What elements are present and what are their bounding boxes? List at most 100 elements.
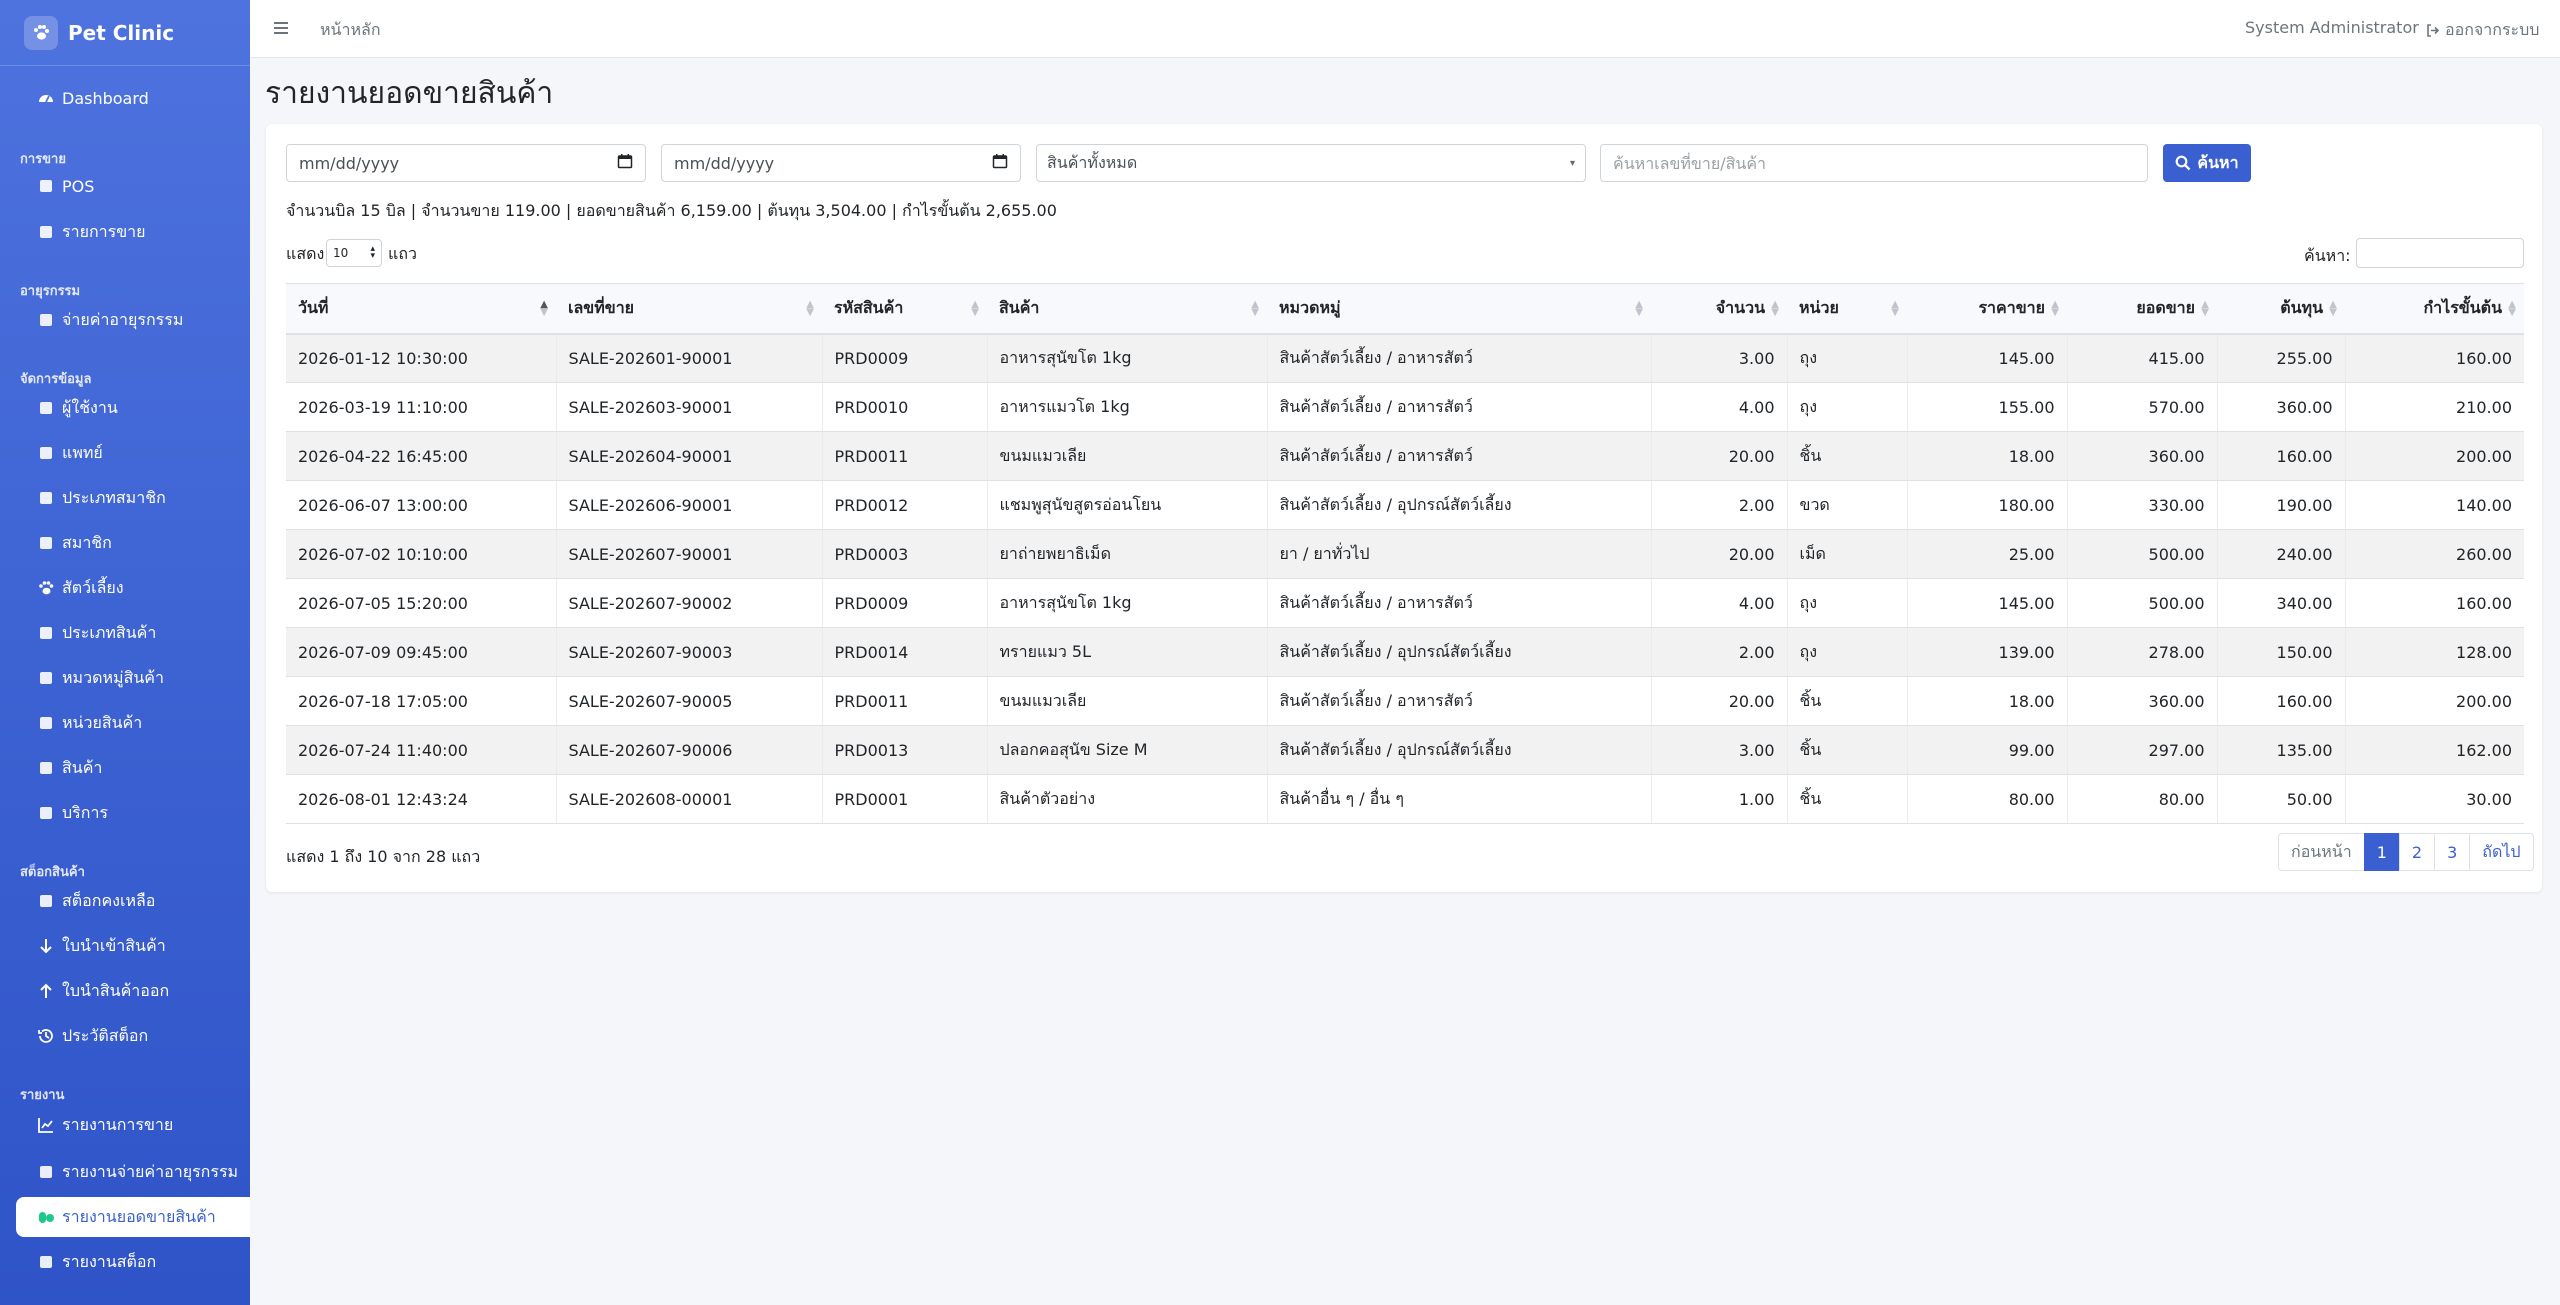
sidebar-item[interactable]: ใบนำเข้าสินค้า [16, 926, 250, 966]
table-cell: 2026-07-02 10:10:00 [286, 529, 556, 579]
pagination-next[interactable]: ถัดไป [2469, 833, 2534, 871]
column-header[interactable]: ต้นทุน ▲ ▼ [2217, 283, 2345, 335]
sidebar-item-label: ประเภทสมาชิก [62, 487, 166, 507]
column-header[interactable]: เลขที่ขาย ▲ ▼ [556, 283, 822, 335]
sidebar-item[interactable]: สต็อกคงเหลือ [16, 881, 250, 921]
sidebar-item[interactable]: Dashboard [16, 78, 250, 118]
table-cell: 200.00 [2344, 431, 2524, 481]
tags-icon [36, 623, 56, 643]
table-cell: PRD0001 [821, 774, 987, 824]
column-header[interactable]: รหัสสินค้า ▲ ▼ [822, 283, 987, 335]
users-icon [36, 398, 56, 418]
table-cell: ถุง [1786, 382, 1907, 432]
chart-line-icon [36, 1115, 56, 1135]
column-header[interactable]: วันที่ ▲ ▼ [286, 283, 556, 335]
column-header[interactable]: หน่วย ▲ ▼ [1787, 283, 1907, 335]
table-row: 2026-07-05 15:20:00 SALE-202607-90002 PRD0… [286, 578, 2524, 628]
table-cell: SALE-202604-90001 [555, 431, 822, 481]
table-cell: 25.00 [1906, 529, 2067, 579]
table-row: 2026-06-07 13:00:00 SALE-202606-90001 PRD0… [286, 480, 2524, 530]
sidebar-item[interactable]: ผู้ใช้งาน [16, 388, 250, 428]
sort-icon: ▲ ▼ [2051, 299, 2059, 318]
sidebar-item[interactable]: รายงานยอดขายสินค้า [16, 1197, 250, 1237]
search-button[interactable]: ค้นหา [2163, 144, 2251, 182]
table-cell: 3.00 [1650, 725, 1787, 775]
pagination-page[interactable]: 3 [2434, 833, 2471, 871]
table-cell: 570.00 [2066, 382, 2217, 432]
summary-text: จำนวนบิล 15 บิล | จำนวนขาย 119.00 | ยอดข… [286, 201, 1057, 220]
date-to-input[interactable]: mm/dd/yyyy [661, 144, 1021, 182]
sidebar-item[interactable]: รายงานการขาย [16, 1105, 250, 1145]
box-icon [36, 758, 56, 778]
pagination-page[interactable]: 2 [2398, 833, 2436, 871]
sidebar-item-label: POS [62, 176, 95, 196]
sidebar-item[interactable]: สัตว์เลี้ยง [16, 568, 250, 608]
column-header[interactable]: ราคาขาย ▲ ▼ [1907, 283, 2067, 335]
table-cell: 255.00 [2216, 333, 2345, 383]
table-cell: ชิ้น [1786, 676, 1907, 726]
table-cell: 330.00 [2066, 480, 2217, 530]
product-select-value: สินค้าทั้งหมด [1047, 152, 1138, 172]
column-header[interactable]: หมวดหมู่ ▲ ▼ [1267, 283, 1651, 335]
table-cell: PRD0013 [821, 725, 987, 775]
table-cell: ถุง [1786, 333, 1907, 383]
sidebar-item[interactable]: รายงานสต็อก [16, 1242, 250, 1282]
calendar-icon[interactable] [992, 153, 1008, 173]
sort-icon: ▲ ▼ [2329, 299, 2337, 318]
table-cell: 150.00 [2216, 627, 2345, 677]
sidebar-item[interactable]: แพทย์ [16, 433, 250, 473]
column-header[interactable]: ยอดขาย ▲ ▼ [2067, 283, 2217, 335]
table-cell: 360.00 [2216, 382, 2345, 432]
sidebar-item[interactable]: บริการ [16, 793, 250, 833]
sort-icon: ▲ ▼ [1251, 299, 1259, 318]
search-input[interactable] [1600, 144, 2148, 182]
hand-money-icon [36, 1162, 56, 1182]
table-filter-input[interactable] [2356, 238, 2524, 268]
table-cell: 2026-04-22 16:45:00 [286, 431, 556, 481]
sidebar-item[interactable]: POS [16, 166, 250, 206]
length-prefix: แสดง [286, 244, 325, 263]
table-cell: 80.00 [1906, 774, 2067, 824]
sidebar-item[interactable]: ประวัติสต็อก [16, 1016, 250, 1056]
column-header[interactable]: จำนวน ▲ ▼ [1651, 283, 1787, 335]
sidebar-item[interactable]: สมาชิก [16, 523, 250, 563]
column-header[interactable]: สินค้า ▲ ▼ [987, 283, 1267, 335]
table-cell: 155.00 [1906, 382, 2067, 432]
table-cell: 145.00 [1906, 578, 2067, 628]
sidebar-item[interactable]: หมวดหมู่สินค้า [16, 658, 250, 698]
sidebar-item[interactable]: ประเภทสมาชิก [16, 478, 250, 518]
menu-toggle-icon[interactable] [272, 19, 290, 37]
pagination-page[interactable]: 1 [2363, 833, 2400, 871]
table-cell: 360.00 [2066, 431, 2217, 481]
table-cell: แชมพูสุนัขสูตรอ่อนโยน [986, 480, 1267, 530]
sidebar-item-label: ประวัติสต็อก [62, 1025, 149, 1045]
calendar-icon[interactable] [617, 153, 633, 173]
sidebar-item[interactable]: สินค้า [16, 748, 250, 788]
sidebar-item[interactable]: หน่วยสินค้า [16, 703, 250, 743]
table-cell: PRD0009 [821, 333, 987, 383]
sidebar-item[interactable]: ประเภทสินค้า [16, 613, 250, 653]
column-header[interactable]: กำไรขั้นต้น ▲ ▼ [2345, 283, 2524, 335]
sidebar-item[interactable]: จ่ายค่าอายุรกรรม [16, 300, 250, 340]
table-cell: 2026-07-24 11:40:00 [286, 725, 556, 775]
page-length-select[interactable]: 10 ▴ ▾ [326, 239, 382, 267]
doctor-icon [36, 443, 56, 463]
date-from-input[interactable]: mm/dd/yyyy [286, 144, 646, 182]
brand[interactable]: Pet Clinic [0, 0, 250, 66]
table-cell: สินค้าสัตว์เลี้ยง / อุปกรณ์สัตว์เลี้ยง [1266, 480, 1651, 530]
table-cell: ชิ้น [1786, 725, 1907, 775]
breadcrumb-home[interactable]: หน้าหลัก [320, 18, 381, 43]
pagination: ก่อนหน้า 1 2 3 ถัดไป [2278, 833, 2534, 871]
table-cell: 20.00 [1650, 529, 1787, 579]
sidebar-item[interactable]: รายการขาย [16, 212, 250, 252]
product-select[interactable]: สินค้าทั้งหมด ▾ [1036, 144, 1586, 182]
table-cell: ถุง [1786, 578, 1907, 628]
page-title: รายงานยอดขายสินค้า [265, 76, 554, 111]
table-cell: สินค้าสัตว์เลี้ยง / อาหารสัตว์ [1266, 431, 1651, 481]
logout-link[interactable]: ออกจากระบบ [2425, 18, 2539, 43]
table-cell: 50.00 [2216, 774, 2345, 824]
sidebar-item[interactable]: ใบนำสินค้าออก [16, 971, 250, 1011]
sidebar-item[interactable]: รายงานจ่ายค่าอายุรกรรม [16, 1152, 250, 1192]
stethoscope-icon [36, 803, 56, 823]
pagination-prev[interactable]: ก่อนหน้า [2278, 833, 2365, 871]
